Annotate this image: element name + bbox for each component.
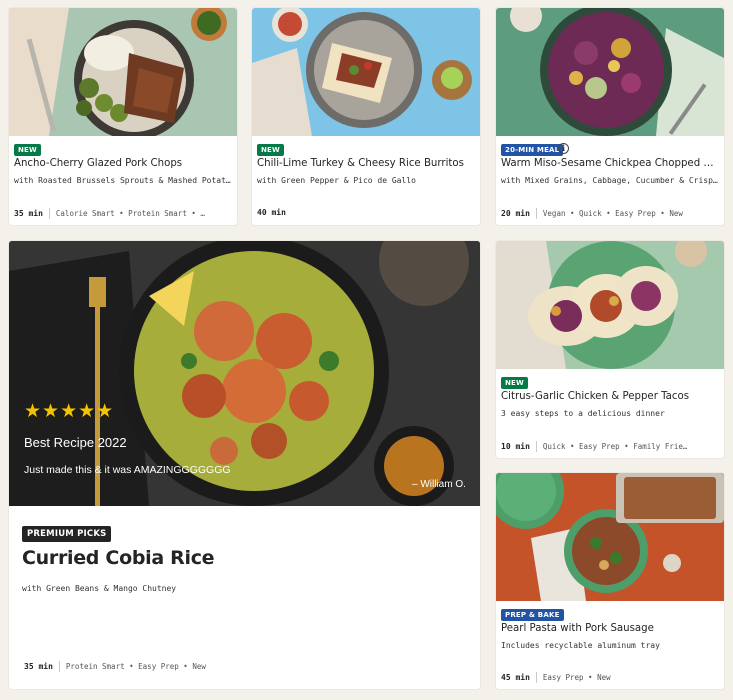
cook-time: 20 min — [501, 209, 530, 218]
recipe-tags: Easy Prep • New — [542, 673, 611, 682]
recipe-card-pearl-pasta[interactable]: PREP & BAKE Pearl Pasta with Pork Sausag… — [496, 473, 724, 689]
recipe-meta: 45 min Easy Prep • New — [501, 672, 719, 683]
recipe-subtitle: with Green Pepper & Pico de Gallo — [257, 176, 416, 185]
featured-recipe-title[interactable]: Curried Cobia Rice — [22, 547, 215, 569]
premium-badge: PREMIUM PICKS — [22, 526, 112, 542]
recipe-subtitle: with Roasted Brussels Sprouts & Mashed P… — [14, 176, 232, 185]
recipe-tags: Quick • Easy Prep • Family Frie… — [542, 442, 688, 451]
recipe-title[interactable]: Ancho-Cherry Glazed Pork Chops — [14, 158, 232, 169]
review-text: Just made this & it was AMAZINGGGGGGG — [24, 464, 231, 476]
recipe-badge: NEW — [14, 144, 41, 156]
recipe-subtitle: with Mixed Grains, Cabbage, Cucumber & C… — [501, 176, 719, 185]
cook-time: 35 min — [24, 662, 53, 671]
recipe-title[interactable]: Pearl Pasta with Pork Sausage — [501, 623, 719, 634]
recipe-card-chickpea-salad[interactable]: 20-MIN MEAL i Warm Miso-Sesame Chickpea … — [496, 8, 724, 225]
review-author: – William O. — [412, 479, 466, 490]
star-rating: ★★★★★ — [24, 400, 115, 422]
cook-time: 45 min — [501, 673, 530, 682]
recipe-tags: Protein Smart • Easy Prep • New — [65, 662, 206, 671]
recipe-meta: 40 min — [257, 208, 475, 217]
meta-divider — [58, 661, 60, 672]
review-title: Best Recipe 2022 — [24, 435, 127, 450]
recipe-meta: 35 min Protein Smart • Easy Prep • New — [24, 661, 464, 672]
cook-time: 40 min — [257, 208, 286, 217]
recipe-meta: 10 min Quick • Easy Prep • Family Frie… — [501, 441, 719, 452]
recipe-subtitle: 3 easy steps to a delicious dinner — [501, 409, 665, 418]
recipe-tags: Vegan • Quick • Easy Prep • New — [542, 209, 683, 218]
meta-divider — [48, 208, 50, 219]
recipe-badge: NEW — [257, 144, 284, 156]
meta-divider — [535, 441, 537, 452]
recipe-badge: NEW — [501, 377, 528, 389]
recipe-card-pork-chops[interactable]: NEW Ancho-Cherry Glazed Pork Chops with … — [9, 8, 237, 225]
recipe-card-tacos[interactable]: NEW Citrus-Garlic Chicken & Pepper Tacos… — [496, 241, 724, 458]
cook-time: 10 min — [501, 442, 530, 451]
recipe-badge: 20-MIN MEAL — [501, 144, 564, 156]
recipe-title[interactable]: Warm Miso-Sesame Chickpea Chopped Sal… — [501, 158, 719, 169]
cook-time: 35 min — [14, 209, 43, 218]
meta-divider — [535, 208, 537, 219]
recipe-badge: PREP & BAKE — [501, 609, 564, 621]
recipe-card-burritos[interactable]: NEW Chili-Lime Turkey & Cheesy Rice Burr… — [252, 8, 480, 225]
recipe-meta: 20 min Vegan • Quick • Easy Prep • New — [501, 208, 719, 219]
recipe-photo — [496, 8, 724, 136]
recipe-tags: Calorie Smart • Protein Smart • … — [55, 209, 205, 218]
info-icon[interactable]: i — [558, 143, 569, 154]
recipe-meta: 35 min Calorie Smart • Protein Smart • … — [14, 208, 232, 219]
featured-recipe-card[interactable]: ★★★★★ Best Recipe 2022 Just made this & … — [9, 241, 480, 689]
meta-divider — [535, 672, 537, 683]
recipe-subtitle: Includes recyclable aluminum tray — [501, 641, 660, 650]
recipe-photo — [496, 473, 724, 601]
recipe-photo — [9, 8, 237, 136]
recipe-title[interactable]: Chili-Lime Turkey & Cheesy Rice Burritos — [257, 158, 475, 169]
featured-recipe-subtitle: with Green Beans & Mango Chutney — [22, 584, 177, 593]
recipe-photo — [496, 241, 724, 369]
recipe-title[interactable]: Citrus-Garlic Chicken & Pepper Tacos — [501, 391, 719, 402]
recipe-photo — [252, 8, 480, 136]
